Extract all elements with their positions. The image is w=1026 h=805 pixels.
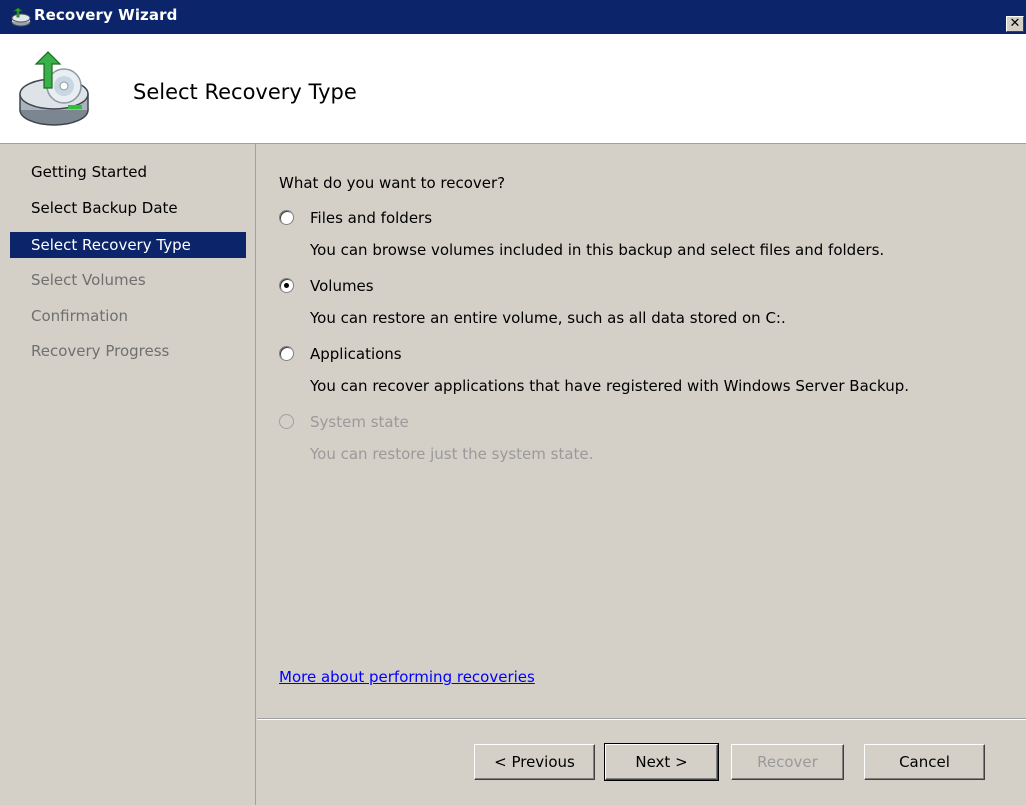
option-description: You can browse volumes included in this …	[310, 241, 885, 259]
applications-radio[interactable]	[279, 346, 294, 361]
nav-step-select-recovery-type[interactable]: Select Recovery Type	[10, 232, 246, 258]
volumes-radio[interactable]	[279, 278, 294, 293]
system-state-radio	[279, 414, 294, 429]
option-description: You can recover applications that have r…	[310, 377, 910, 395]
main-content: What do you want to recover? Files and f…	[257, 144, 1026, 718]
nav-step-getting-started[interactable]: Getting Started	[10, 159, 246, 185]
page-title: Select Recovery Type	[133, 80, 357, 104]
wizard-steps-nav: Getting Started Select Backup Date Selec…	[0, 144, 256, 805]
question-label: What do you want to recover?	[279, 174, 506, 192]
option-label[interactable]: Applications	[310, 345, 402, 363]
previous-button[interactable]: < Previous	[474, 744, 595, 780]
files-and-folders-radio[interactable]	[279, 210, 294, 225]
more-about-recoveries-link[interactable]: More about performing recoveries	[279, 668, 535, 686]
nav-step-select-volumes: Select Volumes	[31, 271, 146, 289]
option-description: You can restore an entire volume, such a…	[310, 309, 786, 327]
close-button[interactable]: ✕	[1006, 16, 1024, 32]
close-icon: ✕	[1009, 16, 1021, 31]
window-title: Recovery Wizard	[34, 6, 178, 24]
option-label[interactable]: Files and folders	[310, 209, 432, 227]
recover-button: Recover	[731, 744, 844, 780]
option-label: System state	[310, 413, 409, 431]
option-label[interactable]: Volumes	[310, 277, 374, 295]
wizard-button-bar: < Previous Next > Recover Cancel	[257, 718, 1026, 805]
title-bar[interactable]: Recovery Wizard ✕	[0, 0, 1026, 34]
nav-step-recovery-progress: Recovery Progress	[31, 342, 170, 360]
option-description: You can restore just the system state.	[310, 445, 594, 463]
nav-step-confirmation: Confirmation	[31, 307, 129, 325]
backup-drive-icon	[11, 8, 31, 27]
cancel-button[interactable]: Cancel	[864, 744, 985, 780]
next-button[interactable]: Next >	[604, 743, 719, 781]
backup-drive-restore-icon	[19, 51, 89, 126]
nav-step-select-backup-date[interactable]: Select Backup Date	[10, 195, 246, 221]
recovery-wizard-window: Recovery Wizard ✕ Select Recovery Type G…	[0, 0, 1026, 805]
wizard-header: Select Recovery Type	[0, 34, 1026, 144]
